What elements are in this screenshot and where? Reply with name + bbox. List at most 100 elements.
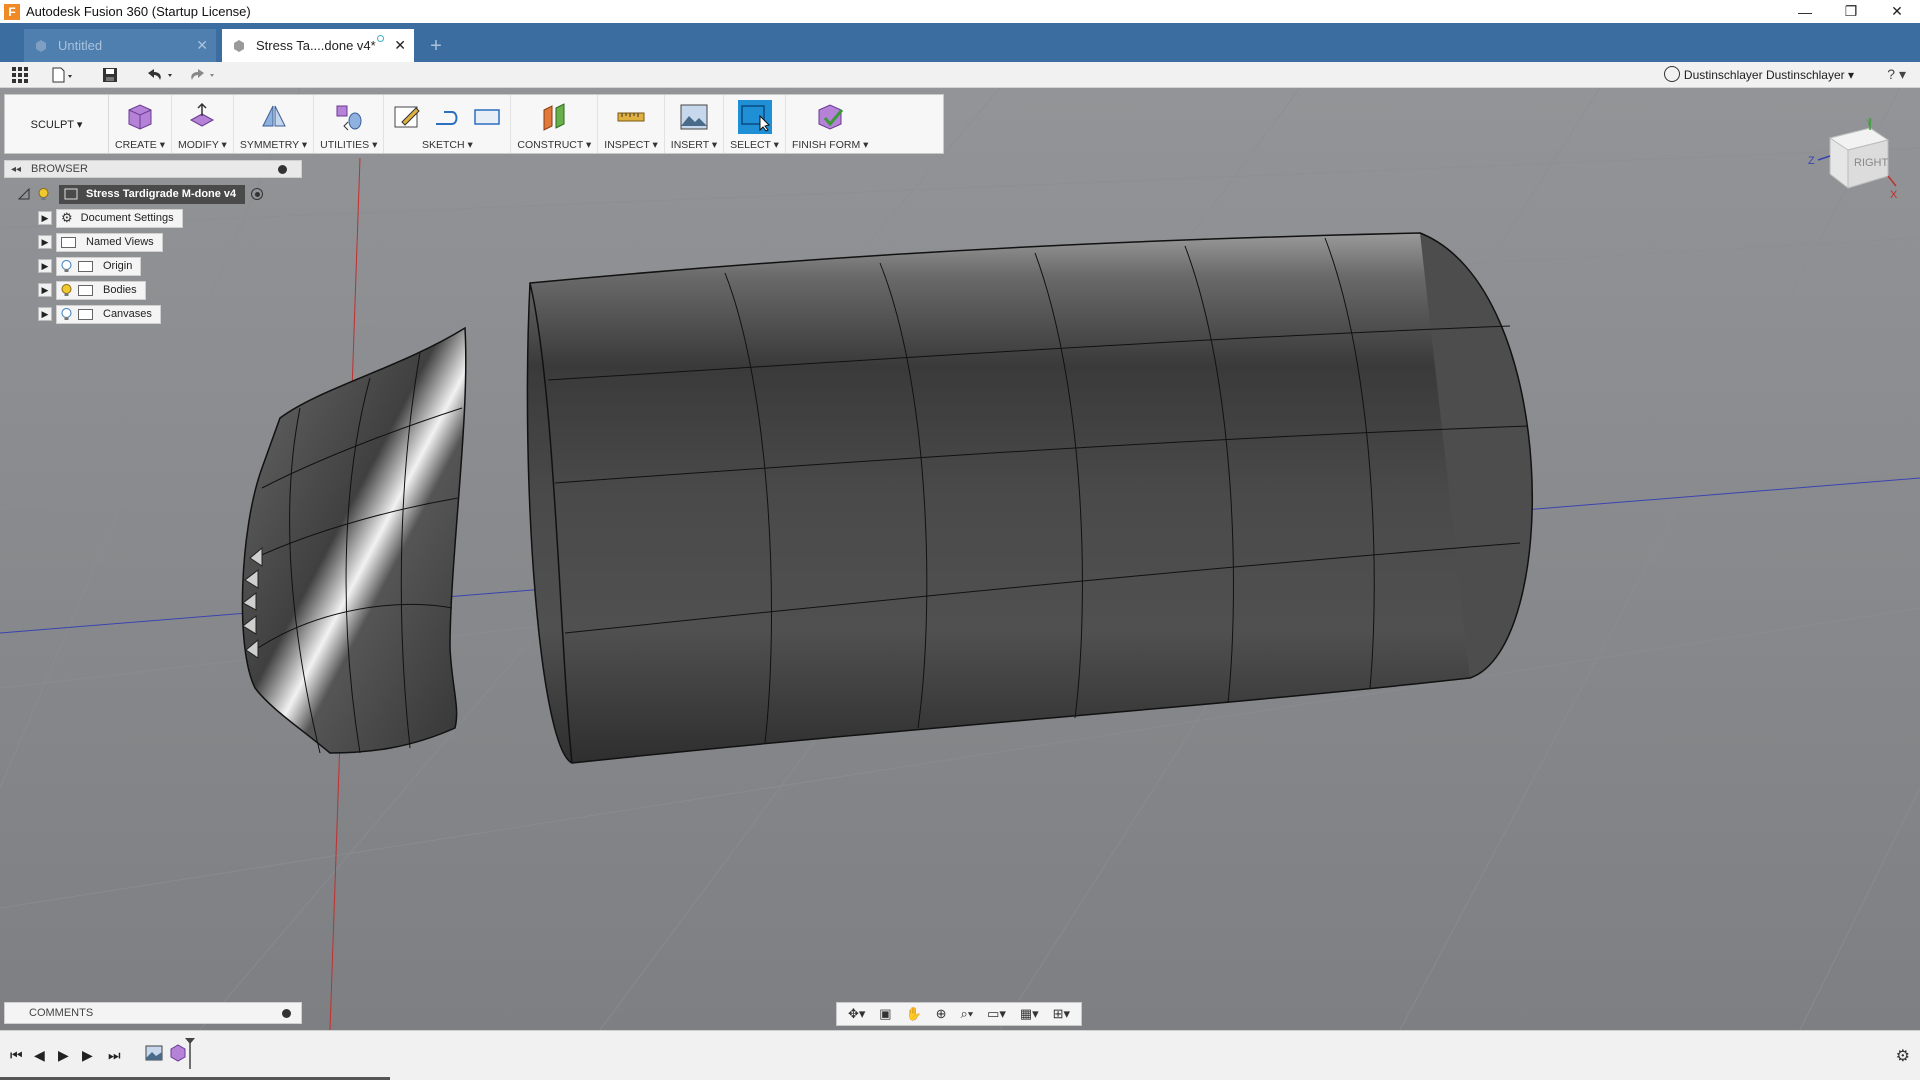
timeline-settings-gear-icon[interactable]: ⚙ xyxy=(1896,1046,1910,1066)
bodies-node[interactable]: Bodies xyxy=(56,280,146,300)
measure-ruler-icon[interactable] xyxy=(614,100,648,134)
3d-viewport[interactable] xyxy=(0,88,1920,1030)
maximize-button[interactable]: ❐ xyxy=(1828,0,1874,23)
browser-root-node[interactable]: Stress Tardigrade M-done v4 xyxy=(18,184,264,204)
sketch-rectangle-icon[interactable] xyxy=(470,100,504,134)
inspect-group[interactable]: INSPECT ▾ xyxy=(598,95,665,153)
undo-icon[interactable] xyxy=(144,66,176,84)
finish-form-icon[interactable] xyxy=(813,100,847,134)
model-canvas[interactable] xyxy=(0,88,1920,1030)
create-sketch-icon[interactable] xyxy=(390,100,424,134)
tab-stress-tardigrade[interactable]: Stress Ta....done v4* ✕ xyxy=(222,29,414,62)
offset-plane-icon[interactable] xyxy=(537,100,571,134)
create-group[interactable]: CREATE ▾ xyxy=(109,95,172,153)
comments-panel[interactable]: COMMENTS xyxy=(4,1002,302,1024)
collapse-triangle-icon[interactable] xyxy=(18,188,30,200)
timeline-marker[interactable] xyxy=(184,1037,196,1069)
sketch-line-icon[interactable] xyxy=(430,100,464,134)
pin-panel-icon[interactable] xyxy=(278,165,287,174)
finish-form-menu[interactable]: FINISH FORM ▾ xyxy=(792,139,868,151)
file-menu-icon[interactable] xyxy=(52,66,74,84)
navigation-bar: ✥▾ ▣ ✋ ⊕ ⌕▾ ▭▾ ▦▾ ⊞▾ xyxy=(836,1002,1082,1026)
close-button[interactable]: ✕ xyxy=(1874,0,1920,23)
browser-item-bodies[interactable]: ▶ Bodies xyxy=(38,280,146,300)
job-status-clock-icon[interactable] xyxy=(1664,66,1680,82)
symmetry-menu[interactable]: SYMMETRY ▾ xyxy=(240,139,307,151)
step-forward-icon[interactable]: ▶ xyxy=(82,1047,93,1064)
construct-menu[interactable]: CONSTRUCT ▾ xyxy=(517,139,591,151)
collapse-browser-icon[interactable]: ◂◂ xyxy=(11,164,21,175)
named-views-node[interactable]: Named Views xyxy=(56,232,163,252)
utilities-menu[interactable]: UTILITIES ▾ xyxy=(320,139,377,151)
zoom-window-icon[interactable]: ⌕▾ xyxy=(960,1006,973,1022)
document-settings-node[interactable]: ⚙ Document Settings xyxy=(56,208,183,228)
pan-hand-icon[interactable]: ✋ xyxy=(906,1006,922,1022)
expand-arrow-icon[interactable]: ▶ xyxy=(38,283,52,297)
view-cube[interactable]: RIGHT Z X Y xyxy=(1808,116,1900,204)
tab-close-icon[interactable]: ✕ xyxy=(394,37,406,54)
construct-group[interactable]: CONSTRUCT ▾ xyxy=(511,95,599,153)
timeline-canvas-feature-icon[interactable] xyxy=(144,1043,164,1063)
visibility-bulb-off-icon[interactable] xyxy=(61,259,72,273)
origin-node[interactable]: Origin xyxy=(56,256,142,276)
create-menu[interactable]: CREATE ▾ xyxy=(115,139,165,151)
expand-arrow-icon[interactable]: ▶ xyxy=(38,211,52,225)
user-account-menu[interactable]: Dustinschlayer Dustinschlayer ▾ xyxy=(1684,68,1854,82)
zoom-icon[interactable]: ⊕ xyxy=(936,1006,947,1022)
x-axis-label: X xyxy=(1890,189,1898,201)
new-tab-button[interactable]: + xyxy=(424,35,448,59)
canvases-node[interactable]: Canvases xyxy=(56,304,161,324)
root-component[interactable]: Stress Tardigrade M-done v4 xyxy=(59,184,246,204)
minimize-button[interactable]: — xyxy=(1782,0,1828,23)
select-group[interactable]: SELECT ▾ xyxy=(724,95,786,153)
data-panel-grid-icon[interactable] xyxy=(12,66,28,84)
finish-form-group[interactable]: FINISH FORM ▾ xyxy=(786,95,874,153)
sketch-group[interactable]: SKETCH ▾ xyxy=(384,95,512,153)
expand-arrow-icon[interactable]: ▶ xyxy=(38,235,52,249)
help-icon[interactable]: ? ▾ xyxy=(1887,66,1906,83)
grid-settings-icon[interactable]: ▦▾ xyxy=(1020,1006,1039,1022)
utilities-group[interactable]: UTILITIES ▾ xyxy=(314,95,385,153)
browser-item-canvases[interactable]: ▶ Canvases xyxy=(38,304,161,324)
visibility-bulb-icon[interactable] xyxy=(38,187,49,201)
browser-item-origin[interactable]: ▶ Origin xyxy=(38,256,142,276)
inspect-menu[interactable]: INSPECT ▾ xyxy=(604,139,658,151)
browser-item-document-settings[interactable]: ▶ ⚙ Document Settings xyxy=(38,208,183,228)
play-icon[interactable]: ▶ xyxy=(58,1047,69,1064)
edit-form-icon[interactable] xyxy=(185,100,219,134)
workspace-switcher[interactable]: SCULPT ▾ xyxy=(5,95,109,153)
select-box-icon[interactable] xyxy=(737,100,772,134)
insert-menu[interactable]: INSERT ▾ xyxy=(671,139,717,151)
fusion-app-icon: F xyxy=(4,3,20,20)
insert-canvas-image-icon[interactable] xyxy=(677,100,711,134)
modify-group[interactable]: MODIFY ▾ xyxy=(172,95,234,153)
redo-icon[interactable] xyxy=(186,66,218,84)
step-back-icon[interactable]: ◀ xyxy=(34,1047,45,1064)
expand-arrow-icon[interactable]: ▶ xyxy=(38,259,52,273)
orbit-icon[interactable]: ✥▾ xyxy=(848,1006,865,1022)
sculpt-body-head[interactable] xyxy=(241,326,467,754)
insert-group[interactable]: INSERT ▾ xyxy=(665,95,725,153)
mirror-symmetry-icon[interactable] xyxy=(257,100,291,134)
activate-radio-icon[interactable] xyxy=(251,188,264,200)
symmetry-group[interactable]: SYMMETRY ▾ xyxy=(234,95,315,153)
go-to-end-icon[interactable]: ⏭ xyxy=(108,1047,121,1064)
create-box-icon[interactable] xyxy=(123,100,157,134)
browser-item-named-views[interactable]: ▶ Named Views xyxy=(38,232,163,252)
tab-close-icon[interactable]: ✕ xyxy=(196,37,208,54)
window-controls: — ❐ ✕ xyxy=(1782,0,1920,23)
tab-untitled[interactable]: Untitled ✕ xyxy=(24,29,216,62)
sketch-menu[interactable]: SKETCH ▾ xyxy=(422,139,473,151)
select-menu[interactable]: SELECT ▾ xyxy=(730,139,779,151)
viewports-icon[interactable]: ⊞▾ xyxy=(1053,1006,1070,1022)
look-at-icon[interactable]: ▣ xyxy=(879,1006,891,1022)
convert-utilities-icon[interactable] xyxy=(332,100,366,134)
go-to-start-icon[interactable]: ⏮ xyxy=(10,1047,23,1064)
modify-menu[interactable]: MODIFY ▾ xyxy=(178,139,227,151)
visibility-bulb-off-icon[interactable] xyxy=(61,307,72,321)
expand-arrow-icon[interactable]: ▶ xyxy=(38,307,52,321)
visibility-bulb-icon[interactable] xyxy=(61,283,72,297)
add-comment-icon[interactable] xyxy=(282,1009,291,1018)
save-icon[interactable] xyxy=(102,66,118,84)
display-settings-icon[interactable]: ▭▾ xyxy=(987,1006,1006,1022)
